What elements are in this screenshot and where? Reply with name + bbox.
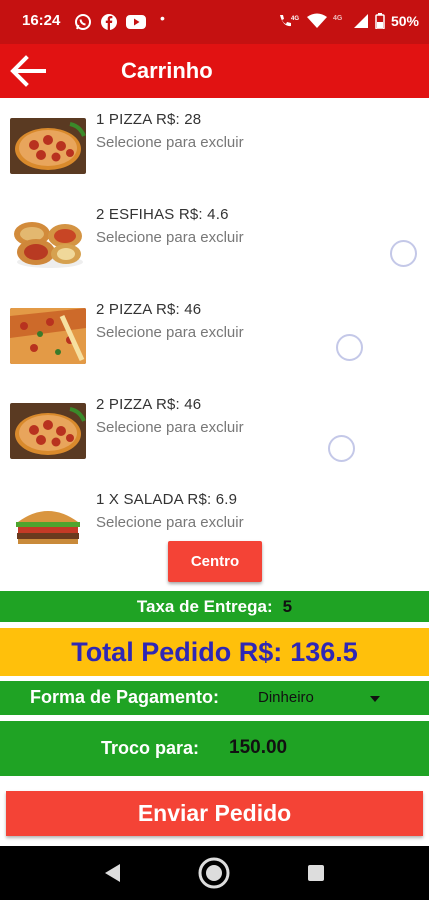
payment-bar: Forma de Pagamento: Dinheiro (0, 681, 429, 715)
nav-back-button[interactable] (96, 856, 130, 890)
pizza-image (10, 118, 86, 174)
back-button[interactable] (8, 52, 48, 90)
delete-radio[interactable] (390, 240, 417, 267)
item-subtitle: Selecione para excluir (96, 419, 244, 436)
cart-list[interactable]: 1 PIZZA R$: 28 Selecione para excluir 2 … (0, 98, 429, 590)
item-subtitle: Selecione para excluir (96, 134, 244, 151)
change-bar: Troco para: (0, 721, 429, 776)
facebook-icon (101, 14, 117, 30)
cart-item[interactable]: 2 PIZZA R$: 46 Selecione para excluir (0, 288, 429, 383)
item-subtitle: Selecione para excluir (96, 229, 244, 246)
item-title: 2 ESFIHAS R$: 4.6 (96, 206, 229, 223)
whatsapp-icon (75, 14, 91, 30)
svg-text:4G: 4G (291, 16, 299, 22)
delete-radio[interactable] (336, 334, 363, 361)
status-bar: 16:24 • 4G 4G 50% (0, 0, 429, 44)
item-title: 1 PIZZA R$: 28 (96, 111, 202, 128)
arrow-left-icon (10, 55, 46, 87)
item-title: 2 PIZZA R$: 46 (96, 396, 202, 413)
battery-icon (375, 13, 385, 29)
battery-percent: 50% (390, 13, 419, 29)
pizza-image (10, 403, 86, 459)
change-label: Troco para: (101, 738, 200, 758)
item-title: 1 X SALADA R$: 6.9 (96, 491, 238, 508)
payment-label: Forma de Pagamento: (30, 687, 220, 707)
page-title: Carrinho (121, 58, 213, 83)
item-subtitle: Selecione para excluir (96, 324, 244, 341)
nav-home-button[interactable] (197, 856, 231, 890)
cart-item[interactable]: 2 PIZZA R$: 46 Selecione para excluir (0, 383, 429, 478)
item-subtitle: Selecione para excluir (96, 514, 244, 531)
submit-order-button[interactable]: Enviar Pedido (6, 791, 423, 836)
delivery-fee-label: Taxa de Entrega: (136, 596, 273, 616)
payment-method-value: Dinheiro (258, 689, 314, 706)
wifi-icon (306, 13, 327, 28)
nav-back-icon (105, 864, 120, 882)
nav-recents-button[interactable] (299, 856, 333, 890)
signal-icon (353, 14, 368, 28)
nav-recents-icon (308, 865, 324, 881)
delivery-fee-bar: Taxa de Entrega: 5 (0, 591, 429, 622)
app-bar: Carrinho (0, 44, 429, 98)
youtube-icon (126, 15, 146, 29)
cart-item[interactable]: 2 ESFIHAS R$: 4.6 Selecione para excluir (0, 193, 429, 288)
status-dot: • (160, 10, 165, 26)
item-title: 2 PIZZA R$: 46 (96, 301, 202, 318)
wifi-call-icon: 4G (279, 15, 299, 27)
chevron-down-icon (370, 696, 380, 702)
burger-image (10, 500, 86, 556)
pizza-slice-image (10, 308, 86, 364)
change-input[interactable] (224, 734, 344, 762)
order-total-bar: Total Pedido R$: 136.5 (0, 628, 429, 676)
system-nav-bar (0, 846, 429, 900)
nav-home-icon (198, 857, 230, 889)
status-right: 4G 4G 50% (277, 13, 419, 29)
esfihas-image (10, 214, 86, 270)
status-time: 16:24 (22, 12, 61, 29)
svg-text:4G: 4G (333, 15, 343, 22)
signal-4g-icon: 4G (333, 15, 343, 22)
centro-button[interactable]: Centro (168, 541, 262, 582)
order-total-label: Total Pedido R$: (71, 636, 283, 667)
order-total-value: 136.5 (290, 636, 358, 667)
delete-radio[interactable] (328, 435, 355, 462)
delivery-fee-value: 5 (282, 596, 293, 616)
payment-method-select[interactable]: Dinheiro (256, 687, 386, 711)
cart-item[interactable]: 1 PIZZA R$: 28 Selecione para excluir (0, 98, 429, 193)
